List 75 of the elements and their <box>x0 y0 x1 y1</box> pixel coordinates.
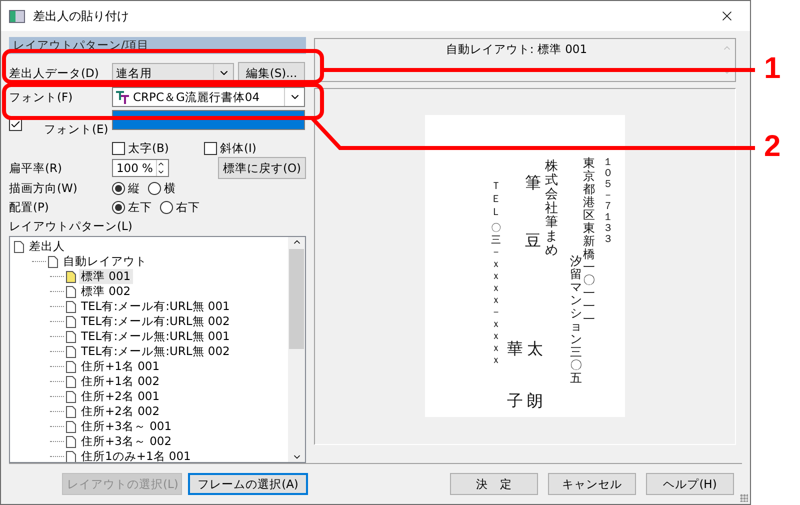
tree-item[interactable]: 標準 001 <box>79 269 133 284</box>
checkbox-label: 斜体(I) <box>220 140 256 156</box>
document-icon <box>66 346 76 358</box>
field-label: 描画方向(W) <box>9 180 78 197</box>
layout-title: 自動レイアウト: 標準 001 <box>444 41 588 58</box>
tree-item[interactable]: 住所1のみ+1名 001 <box>79 449 193 462</box>
app-icon <box>9 10 25 22</box>
chevron-down-icon <box>157 168 165 176</box>
tree-item[interactable]: 差出人 <box>27 239 67 254</box>
tree-item[interactable]: TEL有:メール有:URL無 002 <box>79 314 232 329</box>
tree-item[interactable]: 住所+3名～ 001 <box>79 419 174 434</box>
document-icon <box>66 390 76 402</box>
checkbox[interactable] <box>112 142 125 154</box>
ok-button[interactable]: 決 定 <box>450 473 538 495</box>
tree-item[interactable]: TEL有:メール無:URL無 002 <box>79 344 232 359</box>
document-icon <box>66 436 76 448</box>
preview-text: 〇三－ｘｘｘｘ－ｘｘｘｘ <box>491 223 501 367</box>
help-button[interactable]: ヘルプ(H) <box>646 473 734 495</box>
tree-item[interactable]: 自動レイアウト <box>61 254 149 269</box>
preview-text: 華子 <box>507 338 523 412</box>
radio-label: 縦 <box>128 181 140 196</box>
select-frame-button[interactable]: フレームの選択(A) <box>188 473 308 495</box>
radio-button[interactable] <box>112 182 125 195</box>
checkbox-label: 太字(B) <box>128 140 169 156</box>
document-icon <box>66 406 76 418</box>
preview-text: 太朗 <box>527 338 543 412</box>
radio-label: 横 <box>164 181 176 196</box>
tree-item[interactable]: 住所+2名 001 <box>79 389 162 404</box>
chevron-up-icon <box>157 160 165 168</box>
document-icon <box>66 420 76 432</box>
tree-item[interactable]: 住所+3名～ 002 <box>79 434 174 449</box>
tree-item[interactable]: 住所+2名 002 <box>79 404 162 419</box>
resize-grip[interactable] <box>740 494 748 502</box>
font-icon <box>116 90 129 104</box>
field-label: フォント(E) <box>43 121 110 138</box>
document-icon <box>48 256 58 268</box>
document-icon <box>66 316 76 328</box>
callout-number: 1 <box>764 52 781 86</box>
radio-button[interactable] <box>112 201 125 214</box>
tree-item[interactable]: 住所+1名 001 <box>79 359 162 374</box>
checkbox[interactable] <box>204 142 217 154</box>
document-icon <box>66 376 76 388</box>
preview-text: 筆 <box>525 173 541 193</box>
document-icon <box>66 360 76 372</box>
scrollbar[interactable] <box>288 237 305 462</box>
preview-text: 豆 <box>525 231 541 251</box>
field-label: 扁平率(R) <box>9 160 63 176</box>
preview-text: 汐留マンション三〇五 <box>570 255 582 385</box>
cancel-button[interactable]: キャンセル <box>548 473 636 495</box>
font-dropdown[interactable]: CRPC＆G流麗行書体04 <box>112 87 305 107</box>
window-title: 差出人の貼り付け <box>33 8 130 24</box>
document-icon <box>66 270 76 282</box>
field-label: 差出人データ(D) <box>9 64 100 82</box>
radio-label: 右下 <box>176 200 200 215</box>
tree-item[interactable]: 住所+1名 002 <box>79 374 162 389</box>
radio-button[interactable] <box>148 182 161 195</box>
preview-text: １０５－７１３３ <box>603 157 613 245</box>
tree-item[interactable]: TEL有:メール無:URL無 001 <box>79 329 232 344</box>
field-label: フォント(F) <box>9 88 74 106</box>
callout-number: 2 <box>764 130 781 164</box>
radio-label: 左下 <box>128 200 152 215</box>
document-icon <box>66 286 76 298</box>
tree-item[interactable]: 標準 002 <box>79 284 133 299</box>
ratio-spinbox[interactable]: 100 % <box>112 159 169 177</box>
preview-text: 株式会社筆まめ <box>545 160 558 258</box>
field-label: 配置(P) <box>9 199 50 216</box>
reset-button[interactable]: 標準に戻す(O) <box>218 157 306 179</box>
tree-item[interactable]: TEL有:メール有:URL無 001 <box>79 299 232 314</box>
preview-text: ＴＥＬ <box>491 180 501 219</box>
document-icon <box>66 300 76 312</box>
document-icon <box>14 240 24 252</box>
preview-text: 東京都港区東新橋一〇一一一 <box>583 157 595 326</box>
radio-button[interactable] <box>160 201 173 214</box>
field-label: レイアウトパターン(L) <box>9 218 134 235</box>
document-icon <box>66 330 76 342</box>
